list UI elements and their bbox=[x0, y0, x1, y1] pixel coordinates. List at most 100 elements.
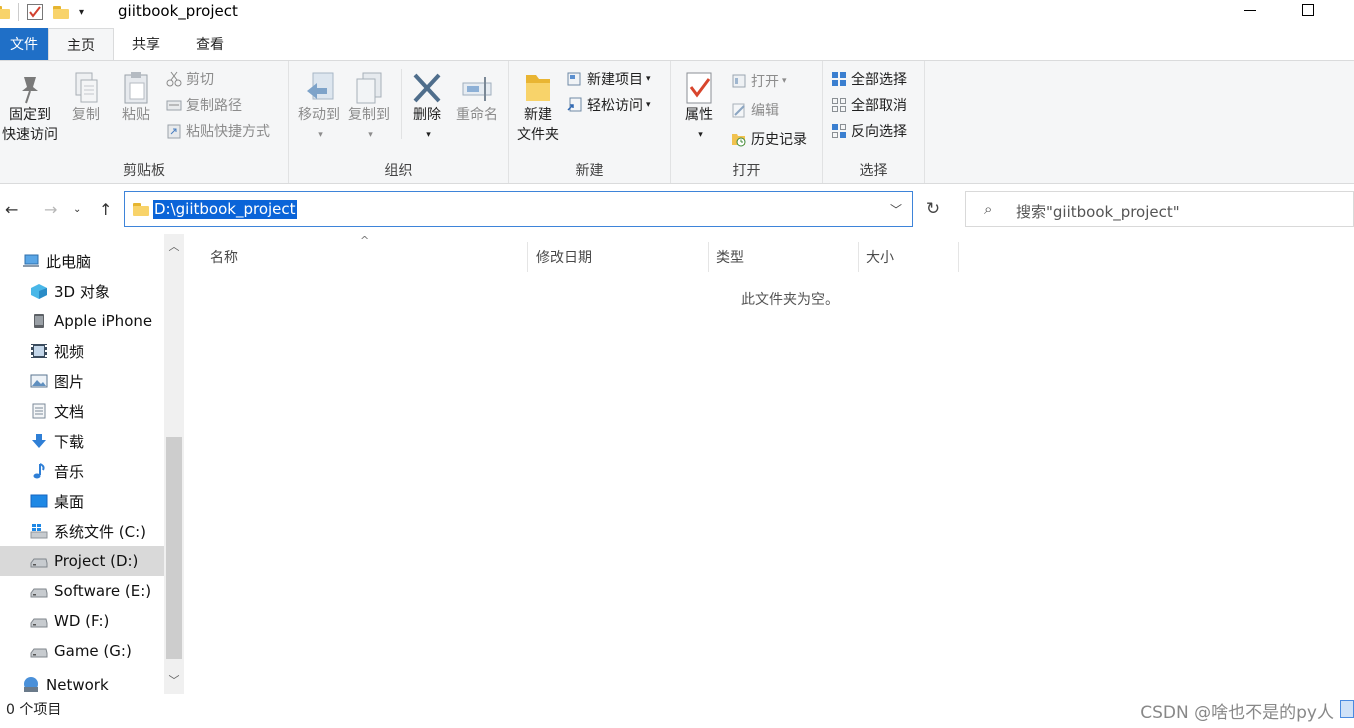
column-header-name[interactable]: 名称 bbox=[203, 242, 528, 272]
pictures-icon bbox=[30, 373, 48, 389]
paste-shortcut-icon bbox=[166, 123, 182, 139]
back-arrow-icon[interactable]: ← bbox=[5, 200, 18, 219]
nav-item-system-drive-c[interactable]: 系统文件 (C:) bbox=[0, 516, 164, 546]
copy-button[interactable]: 复制 bbox=[60, 67, 112, 125]
nav-item-videos[interactable]: 视频 bbox=[0, 336, 164, 366]
copy-path-icon bbox=[166, 97, 182, 113]
easy-access-icon bbox=[567, 97, 583, 113]
nav-item-3d-objects[interactable]: 3D 对象 bbox=[0, 276, 164, 306]
minimize-button[interactable] bbox=[1244, 10, 1256, 11]
nav-item-project-drive-d[interactable]: Project (D:) bbox=[0, 546, 164, 576]
copy-to-icon bbox=[353, 71, 385, 107]
qat-dropdown-icon[interactable]: ▾ bbox=[79, 7, 84, 18]
scroll-up-icon[interactable]: ︿ bbox=[164, 238, 184, 258]
address-folder-icon bbox=[133, 203, 149, 216]
search-box[interactable]: ⌕ 搜索"giitbook_project" bbox=[965, 191, 1354, 227]
address-path-text[interactable]: D:\giitbook_project bbox=[153, 200, 297, 219]
nav-item-pictures[interactable]: 图片 bbox=[0, 366, 164, 396]
computer-icon bbox=[22, 253, 40, 269]
copy-to-button[interactable]: 复制到 ▾ bbox=[343, 67, 395, 145]
maximize-button[interactable] bbox=[1302, 4, 1314, 16]
documents-icon bbox=[30, 403, 48, 419]
open-button[interactable]: 打开 ▾ bbox=[731, 70, 787, 92]
address-bar[interactable]: D:\giitbook_project ﹀ bbox=[124, 191, 913, 227]
desktop-icon bbox=[30, 493, 48, 509]
open-group-label: 打开 bbox=[732, 163, 761, 179]
edit-button[interactable]: 编辑 bbox=[731, 99, 779, 121]
address-dropdown-chevron-icon[interactable]: ﹀ bbox=[890, 201, 902, 218]
properties-button[interactable]: 属性 ▾ bbox=[673, 67, 725, 145]
status-bar: 0 个项目 CSDN @啥也不是的py人 bbox=[0, 694, 1354, 728]
music-icon bbox=[30, 463, 48, 479]
move-to-button[interactable]: 移动到 ▾ bbox=[293, 67, 345, 145]
new-item-button[interactable]: 新建项目 ▾ bbox=[567, 68, 651, 90]
select-all-button[interactable]: 全部选择 bbox=[831, 68, 907, 90]
ribbon-tabs: 文件 主页 共享 查看 bbox=[0, 28, 1354, 60]
3d-objects-icon bbox=[30, 283, 48, 299]
forward-arrow-icon[interactable]: → bbox=[44, 200, 57, 219]
up-arrow-icon[interactable]: ↑ bbox=[99, 200, 112, 219]
details-view-button[interactable] bbox=[1340, 700, 1354, 718]
open-group: 属性 ▾ 打开 ▾ 编辑 历史记录 打开 bbox=[671, 61, 823, 183]
new-folder-icon bbox=[522, 71, 554, 107]
history-button[interactable]: 历史记录 bbox=[731, 128, 807, 150]
delete-dropdown-icon: ▾ bbox=[426, 130, 431, 140]
refresh-icon: ↻ bbox=[925, 199, 941, 219]
new-item-icon bbox=[567, 71, 583, 87]
invert-selection-button[interactable]: 反向选择 bbox=[831, 120, 907, 142]
search-icon: ⌕ bbox=[984, 200, 993, 218]
tab-view[interactable]: 查看 bbox=[178, 28, 242, 60]
select-none-button[interactable]: 全部取消 bbox=[831, 94, 907, 116]
paste-button[interactable]: 粘贴 bbox=[110, 67, 162, 125]
tab-share[interactable]: 共享 bbox=[114, 28, 178, 60]
navigation-pane: 此电脑 3D 对象 Apple iPhone 视频 图片 文档 下载 音乐 桌面… bbox=[0, 234, 186, 694]
nav-item-this-pc[interactable]: 此电脑 bbox=[0, 246, 164, 276]
new-item-dropdown-icon: ▾ bbox=[646, 74, 651, 84]
nav-item-network[interactable]: Network bbox=[0, 676, 164, 694]
nav-item-documents[interactable]: 文档 bbox=[0, 396, 164, 426]
organize-group-label: 组织 bbox=[384, 163, 413, 179]
history-icon bbox=[731, 131, 747, 147]
pin-quick-access-button[interactable]: 固定到 快速访问 bbox=[0, 67, 60, 145]
rename-icon bbox=[461, 71, 493, 107]
paste-shortcut-button[interactable]: 粘贴快捷方式 bbox=[166, 120, 270, 142]
scrollbar-thumb[interactable] bbox=[166, 437, 182, 659]
move-to-icon bbox=[303, 71, 335, 107]
nav-item-apple-iphone[interactable]: Apple iPhone bbox=[0, 306, 164, 336]
new-folder-qat-icon[interactable] bbox=[53, 5, 69, 19]
column-header-type[interactable]: 类型 bbox=[709, 242, 859, 272]
nav-item-music[interactable]: 音乐 bbox=[0, 456, 164, 486]
new-group-label: 新建 bbox=[575, 163, 604, 179]
delete-button[interactable]: 删除 ▾ bbox=[401, 67, 453, 145]
recent-locations-chevron-icon[interactable]: ⌄ bbox=[73, 204, 81, 215]
address-row: ← → ⌄ ↑ D:\giitbook_project ﹀ ↻ ⌕ 搜索"gii… bbox=[0, 184, 1354, 234]
easy-access-dropdown-icon: ▾ bbox=[646, 100, 651, 110]
invert-selection-icon bbox=[831, 123, 847, 139]
new-folder-button[interactable]: 新建 文件夹 bbox=[511, 67, 565, 145]
nav-scrollbar[interactable]: ︿ ﹀ bbox=[164, 234, 184, 694]
column-header-size[interactable]: 大小 bbox=[859, 242, 959, 272]
tab-file[interactable]: 文件 bbox=[0, 28, 48, 60]
rename-button[interactable]: 重命名 bbox=[451, 67, 503, 125]
edit-icon bbox=[731, 102, 747, 118]
folder-icon bbox=[0, 5, 10, 19]
nav-item-desktop[interactable]: 桌面 bbox=[0, 486, 164, 516]
nav-item-game-drive-g[interactable]: Game (G:) bbox=[0, 636, 164, 666]
nav-item-software-drive-e[interactable]: Software (E:) bbox=[0, 576, 164, 606]
properties-dropdown-icon: ▾ bbox=[698, 130, 703, 140]
copy-path-button[interactable]: 复制路径 bbox=[166, 94, 242, 116]
copy-icon bbox=[70, 71, 102, 107]
properties-qat-icon[interactable] bbox=[27, 4, 43, 20]
tab-home[interactable]: 主页 bbox=[48, 28, 114, 60]
nav-item-downloads[interactable]: 下载 bbox=[0, 426, 164, 456]
scissors-icon bbox=[166, 71, 182, 87]
nav-item-wd-drive-f[interactable]: WD (F:) bbox=[0, 606, 164, 636]
column-header-date-modified[interactable]: 修改日期 bbox=[529, 242, 709, 272]
scroll-down-icon[interactable]: ﹀ bbox=[164, 672, 184, 692]
delete-icon bbox=[411, 71, 443, 107]
refresh-button[interactable]: ↻ bbox=[914, 191, 952, 227]
easy-access-button[interactable]: 轻松访问 ▾ bbox=[567, 94, 651, 116]
cut-button[interactable]: 剪切 bbox=[166, 68, 214, 90]
select-all-icon bbox=[831, 71, 847, 87]
pin-icon bbox=[14, 71, 46, 107]
